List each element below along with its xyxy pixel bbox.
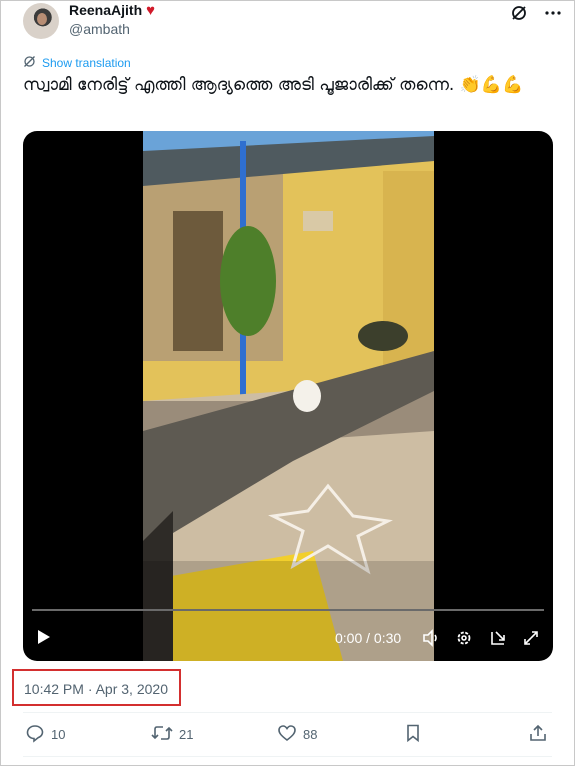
divider: [23, 712, 552, 713]
translate-icon: [23, 55, 36, 71]
divider: [23, 756, 552, 757]
video-controls: 0:00 / 0:30: [23, 623, 553, 653]
retweet-icon: [151, 723, 173, 746]
tweet-header-actions: [509, 3, 563, 23]
tweet-header: ReenaAjith ♥ @ambath: [23, 1, 563, 45]
bookmark-icon: [403, 723, 423, 746]
tweet-actions: 10 21 88: [23, 723, 553, 747]
fullscreen-icon[interactable]: [521, 628, 541, 648]
video-time: 0:00 / 0:30: [335, 630, 402, 646]
bookmark-button[interactable]: [403, 723, 423, 746]
like-button[interactable]: 88: [277, 723, 317, 746]
like-count: 88: [303, 727, 318, 742]
settings-icon[interactable]: [454, 628, 474, 648]
grok-icon[interactable]: [509, 3, 529, 23]
play-icon[interactable]: [37, 629, 51, 650]
heart-icon: [277, 723, 297, 746]
author-name-row[interactable]: ReenaAjith ♥: [69, 2, 155, 18]
share-button[interactable]: [528, 723, 548, 746]
show-translation-link[interactable]: Show translation: [23, 55, 131, 71]
picture-in-picture-icon[interactable]: [488, 628, 508, 648]
tweet-text: സ്വാമി നേരിട്ട് എത്തി ആദ്യത്തെ അടി പൂജാര…: [23, 75, 524, 95]
author-handle[interactable]: @ambath: [69, 21, 130, 37]
show-translation-label[interactable]: Show translation: [42, 56, 131, 70]
more-options-icon[interactable]: [543, 3, 563, 23]
video-progress-bar[interactable]: [32, 609, 544, 611]
retweet-count: 21: [179, 727, 194, 742]
heart-emoji: ♥: [146, 1, 156, 19]
timestamp-highlight: 10:42 PM · Apr 3, 2020: [12, 669, 181, 706]
retweet-button[interactable]: 21: [151, 723, 193, 746]
share-icon: [528, 723, 548, 746]
author-display-name[interactable]: ReenaAjith: [69, 2, 142, 18]
volume-icon[interactable]: [421, 628, 441, 648]
video-frame[interactable]: [143, 131, 434, 661]
reply-count: 10: [51, 727, 66, 742]
tweet-timestamp[interactable]: 10:42 PM · Apr 3, 2020: [24, 681, 168, 697]
tweet-card: ReenaAjith ♥ @ambath Show translation സ്…: [0, 0, 575, 766]
avatar[interactable]: [23, 3, 59, 39]
reply-button[interactable]: 10: [25, 723, 65, 746]
reply-icon: [25, 723, 45, 746]
video-player[interactable]: 0:00 / 0:30: [23, 131, 553, 661]
